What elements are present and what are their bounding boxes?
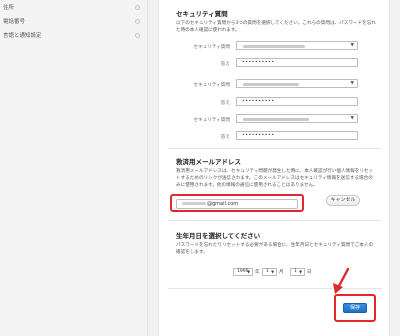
selected-question-text [243, 45, 305, 48]
birth-month-select[interactable]: 1 ▼ [262, 268, 277, 276]
answer-3-label: 答え [220, 135, 230, 140]
sidebar-item-language[interactable]: 言語と通知設定 [0, 29, 148, 43]
annotation-arrow-icon [333, 268, 350, 294]
sidebar-item-label: 住所 [3, 5, 15, 11]
cancel-button[interactable]: キャンセル [326, 195, 360, 206]
chevron-icon [135, 33, 140, 38]
email-highlight-frame: @gmail.com [170, 194, 304, 212]
email-domain-text: @gmail.com [207, 201, 239, 207]
security-questions-title: セキュリティ質問 [176, 10, 228, 18]
dropdown-arrow-icon: ▼ [299, 269, 302, 274]
answer-1-input[interactable]: •••••••••• [236, 58, 358, 67]
day-unit-label: 日 [307, 270, 312, 275]
security-questions-description: 以下のセキュリティ質問から3つの質問を選択してください。これらの質問は、パスワー… [176, 21, 376, 33]
dropdown-arrow-icon: ▼ [350, 81, 354, 86]
birth-day-select[interactable]: 1 ▼ [290, 268, 305, 276]
rescue-email-input[interactable]: @gmail.com [176, 199, 298, 209]
birthday-description: パスワードを忘れたりリセットする必要がある場合に、生年月日とセキュリティ質問でご… [176, 243, 374, 255]
birth-day-value: 1 [294, 269, 297, 274]
month-unit-label: 月 [279, 270, 284, 275]
sidebar-item-label: 言語と通知設定 [3, 33, 42, 39]
save-button[interactable]: 保存 [343, 303, 367, 313]
dropdown-arrow-icon: ▼ [350, 43, 354, 48]
selected-question-text [243, 118, 309, 121]
security-question-3-select[interactable]: ▼ [236, 114, 358, 123]
section-divider [168, 220, 382, 221]
birthday-title: 生年月日を選択してください [176, 232, 261, 240]
security-question-1-select[interactable]: ▼ [236, 41, 358, 50]
birth-month-value: 1 [266, 269, 269, 274]
sidebar-item-address[interactable]: 住所 [0, 1, 148, 15]
section-divider [168, 148, 382, 149]
selected-question-text [243, 83, 299, 86]
dropdown-arrow-icon: ▼ [271, 269, 274, 274]
security-question-1-label: セキュリティ質問 [193, 45, 230, 50]
answer-2-input[interactable]: •••••••••• [236, 97, 358, 106]
answer-2-label: 答え [220, 101, 230, 106]
dropdown-arrow-icon: ▼ [247, 269, 250, 274]
dropdown-arrow-icon: ▼ [350, 116, 354, 121]
security-question-3-label: セキュリティ質問 [193, 118, 230, 123]
chevron-icon [135, 19, 140, 24]
security-question-2-label: セキュリティ質問 [193, 83, 230, 88]
year-unit-label: 年 [255, 270, 260, 275]
redacted-email-prefix [182, 202, 206, 205]
sidebar-item-label: 電話番号 [3, 19, 26, 25]
sidebar-item-phone[interactable]: 電話番号 [0, 15, 148, 29]
security-question-2-select[interactable]: ▼ [236, 79, 358, 88]
settings-sidebar: 住所 電話番号 言語と通知設定 [0, 0, 148, 336]
rescue-email-description: 救済用メールアドレスは、セキュリティ問題が発生した時に、本人確認が行い個人情報を… [176, 169, 374, 188]
rescue-email-title: 救済用メールアドレス [176, 158, 241, 166]
save-highlight-frame: 保存 [334, 294, 376, 322]
birth-year-select[interactable]: 1990 ▼ [233, 268, 253, 276]
answer-3-input[interactable]: •••••••••• [236, 131, 358, 140]
answer-1-label: 答え [220, 62, 230, 67]
chevron-icon [135, 5, 140, 10]
